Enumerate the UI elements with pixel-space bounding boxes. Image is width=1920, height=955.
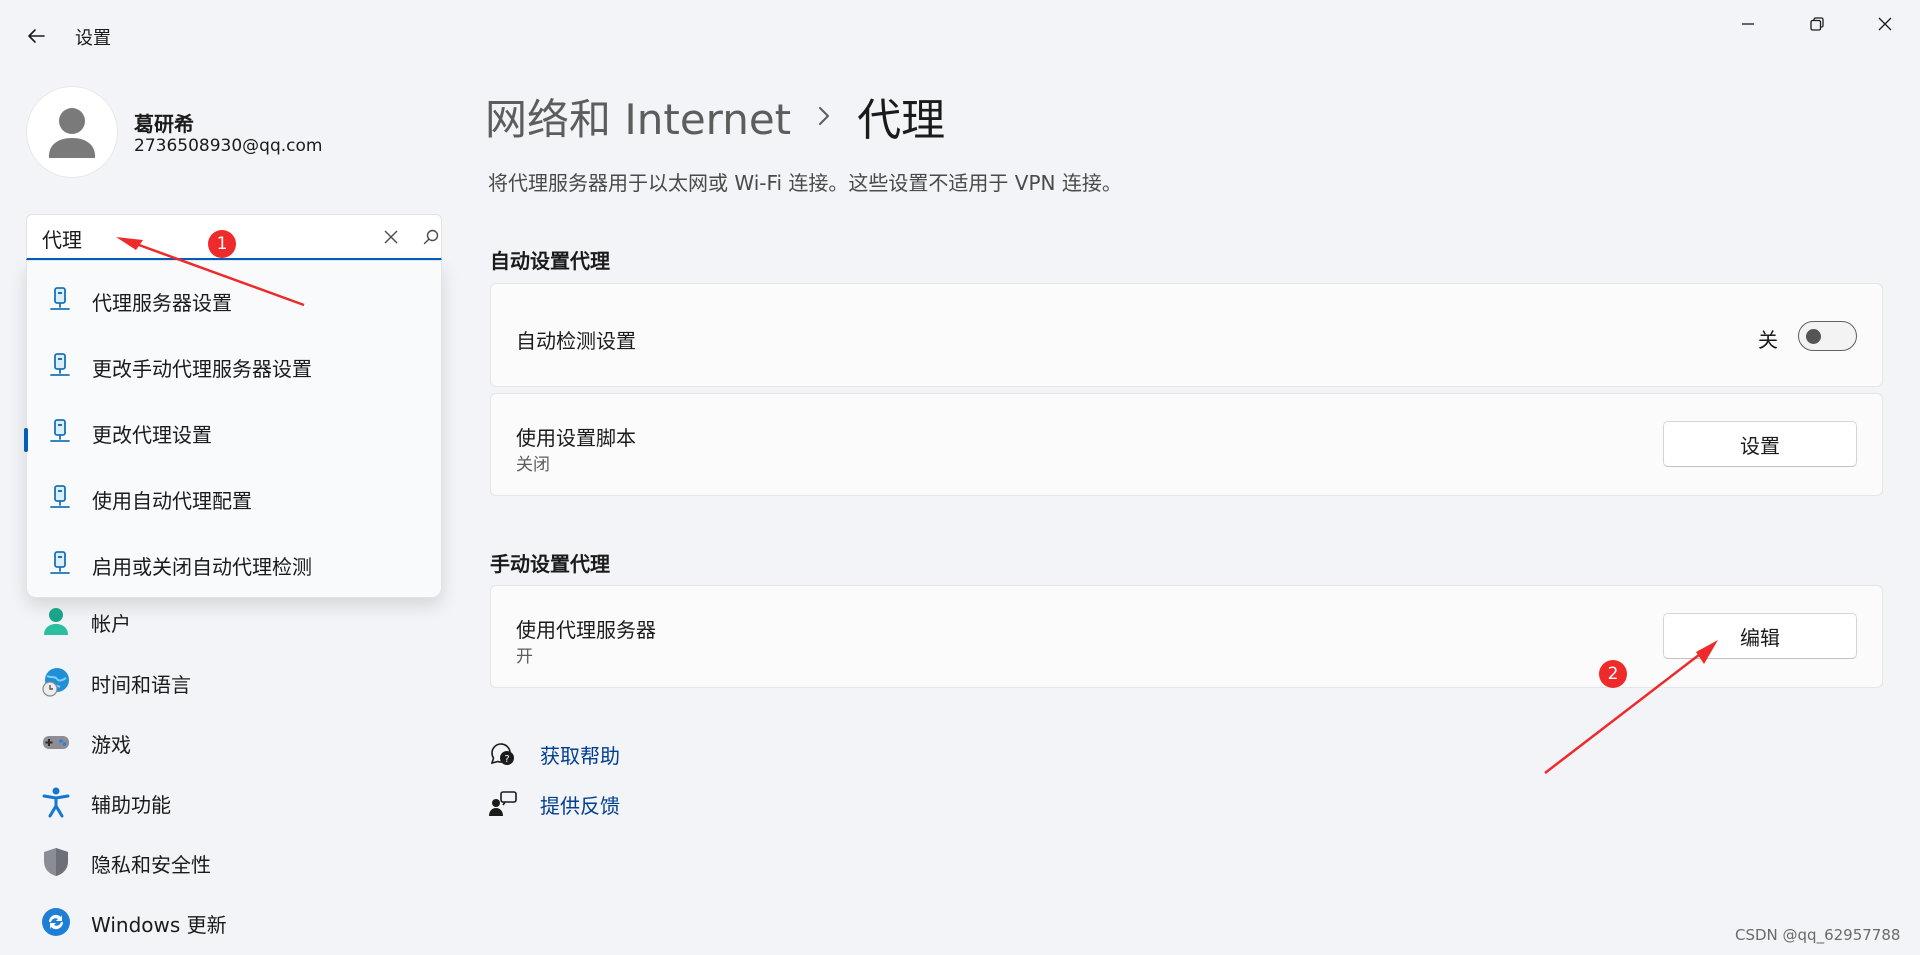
toggle-knob xyxy=(1806,329,1821,344)
sidebar-item-time-language[interactable]: 时间和语言 xyxy=(30,656,430,708)
close-icon xyxy=(1878,17,1892,31)
user-avatar-icon xyxy=(49,108,95,158)
sidebar-selection-indicator xyxy=(24,428,28,452)
suggestion-item[interactable]: 代理服务器设置 xyxy=(27,269,441,329)
sidebar-item-privacy[interactable]: 隐私和安全性 xyxy=(30,836,430,888)
sidebar-item-gaming[interactable]: 游戏 xyxy=(30,716,430,768)
shield-icon xyxy=(44,848,68,876)
restore-icon xyxy=(1810,17,1824,31)
give-feedback-text: 提供反馈 xyxy=(540,793,620,818)
restore-button[interactable] xyxy=(1782,6,1852,42)
auto-detect-toggle[interactable] xyxy=(1798,321,1857,351)
section-title-auto-proxy: 自动设置代理 xyxy=(490,249,610,273)
sidebar-item-label: 游戏 xyxy=(91,733,131,757)
use-proxy-server-status: 开 xyxy=(516,647,533,667)
windows-update-icon xyxy=(42,908,70,936)
suggestion-label: 代理服务器设置 xyxy=(92,291,232,315)
network-proxy-icon xyxy=(50,353,70,376)
svg-text:?: ? xyxy=(504,754,509,765)
minimize-icon xyxy=(1742,23,1754,25)
sidebar-item-label: Windows 更新 xyxy=(91,913,227,937)
auto-detect-label: 自动检测设置 xyxy=(516,329,636,353)
auto-detect-state: 关 xyxy=(1758,328,1778,352)
suggestion-label: 使用自动代理配置 xyxy=(92,489,252,513)
close-icon xyxy=(384,230,398,244)
chevron-right-icon xyxy=(817,105,831,127)
edit-button[interactable]: 编辑 xyxy=(1663,613,1857,659)
suggestion-item[interactable]: 更改代理设置 xyxy=(27,401,441,461)
user-name: 葛研希 xyxy=(134,112,194,136)
app-title: 设置 xyxy=(75,28,111,49)
time-language-icon xyxy=(42,668,69,697)
help-icon: ? xyxy=(490,743,514,765)
give-feedback-link[interactable]: 提供反馈 xyxy=(488,786,620,822)
suggestion-item[interactable]: 使用自动代理配置 xyxy=(27,467,441,527)
accessibility-icon xyxy=(42,787,70,818)
get-help-text: 获取帮助 xyxy=(540,743,620,768)
annotation-badge-1: 1 xyxy=(208,230,236,258)
gaming-icon xyxy=(43,736,69,749)
sidebar-item-windows-update[interactable]: Windows 更新 xyxy=(30,896,430,948)
auto-detect-settings-card: 自动检测设置 xyxy=(490,283,1883,387)
search-input[interactable]: 代理 xyxy=(42,224,82,253)
page-description: 将代理服务器用于以太网或 Wi-Fi 连接。这些设置不适用于 VPN 连接。 xyxy=(488,171,1122,195)
annotation-badge-2: 2 xyxy=(1599,660,1627,688)
network-proxy-icon xyxy=(50,419,70,442)
user-email: 2736508930@qq.com xyxy=(134,136,323,156)
breadcrumb-parent[interactable]: 网络和 Internet xyxy=(485,86,791,147)
setup-script-label: 使用设置脚本 xyxy=(516,426,636,450)
sidebar-item-label: 帐户 xyxy=(91,612,131,636)
sidebar-item-label: 时间和语言 xyxy=(91,673,191,697)
search-button[interactable] xyxy=(417,223,445,251)
watermark: CSDN @qq_62957788 xyxy=(1735,926,1901,944)
page-title: 代理 xyxy=(857,95,946,146)
arrow-left-icon xyxy=(28,29,45,43)
get-help-link[interactable]: ? 获取帮助 xyxy=(488,736,620,772)
title-bar: 设置 xyxy=(0,0,1920,72)
setup-script-status: 关闭 xyxy=(516,455,550,475)
sidebar-item-accounts[interactable]: 帐户 xyxy=(30,595,430,647)
network-proxy-icon xyxy=(50,485,70,508)
search-suggestions: 代理服务器设置 更改手动代理服务器设置 更改代理设置 使用自动代理配置 启用或关… xyxy=(26,260,442,598)
back-button[interactable] xyxy=(18,18,54,54)
avatar[interactable] xyxy=(27,87,117,177)
suggestion-label: 更改代理设置 xyxy=(92,423,212,447)
breadcrumb: 网络和 Internet 代理 xyxy=(485,86,946,147)
suggestion-item[interactable]: 启用或关闭自动代理检测 xyxy=(27,533,441,593)
sidebar-item-label: 隐私和安全性 xyxy=(91,853,211,877)
minimize-button[interactable] xyxy=(1713,6,1783,42)
sidebar-item-label: 辅助功能 xyxy=(91,793,171,817)
search-clear-button[interactable] xyxy=(377,223,405,251)
suggestion-label: 更改手动代理服务器设置 xyxy=(92,357,312,381)
sidebar-item-accessibility[interactable]: 辅助功能 xyxy=(30,776,430,828)
use-proxy-server-label: 使用代理服务器 xyxy=(516,618,656,642)
feedback-icon xyxy=(489,791,517,816)
account-icon xyxy=(44,608,68,635)
setup-button[interactable]: 设置 xyxy=(1663,421,1857,467)
suggestion-label: 启用或关闭自动代理检测 xyxy=(92,555,312,579)
search-icon xyxy=(423,229,439,245)
section-title-manual-proxy: 手动设置代理 xyxy=(490,552,610,576)
close-button[interactable] xyxy=(1850,6,1920,42)
suggestion-item[interactable]: 更改手动代理服务器设置 xyxy=(27,335,441,395)
network-proxy-icon xyxy=(50,287,70,310)
network-proxy-icon xyxy=(50,551,70,574)
